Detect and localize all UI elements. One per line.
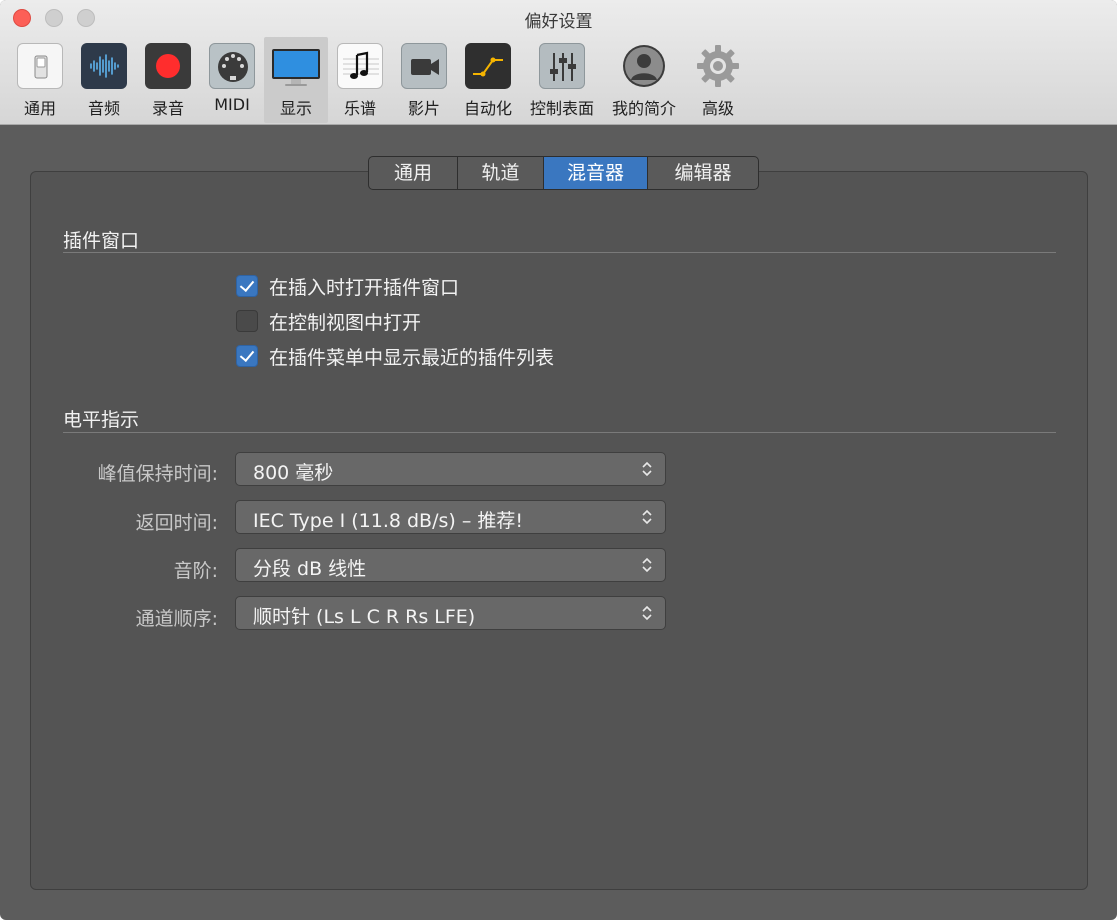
peak-hold-time-select[interactable]: 800 毫秒 <box>235 452 666 486</box>
channel-order-select[interactable]: 顺时针 (Ls L C R Rs LFE) <box>235 596 666 630</box>
chevron-up-down-icon <box>642 605 652 621</box>
open-plugin-on-insert-checkbox[interactable] <box>236 275 258 297</box>
profile-icon <box>621 43 667 89</box>
music-note-icon <box>337 43 383 89</box>
plugin-window-section-title: 插件窗口 <box>63 230 140 252</box>
scale-value: 分段 dB 线性 <box>253 558 367 580</box>
preferences-window: 偏好设置 通用 音频 录音 MIDI 显示 乐谱 影片 自动化 控制表面 我的简… <box>0 0 1117 920</box>
window-title: 偏好设置 <box>524 12 593 32</box>
section-divider <box>63 432 1056 433</box>
chevron-up-down-icon <box>642 509 652 525</box>
meters-section-title: 电平指示 <box>63 409 140 431</box>
toolbar-label: 高级 <box>701 99 734 118</box>
channel-order-label: 通道顺序: <box>135 608 218 630</box>
toolbar-item-automation[interactable]: 自动化 <box>456 37 520 123</box>
peak-hold-time-value: 800 毫秒 <box>253 462 334 484</box>
open-in-controls-view-option[interactable]: 在控制视图中打开 <box>236 309 422 334</box>
channel-order-value: 顺时针 (Ls L C R Rs LFE) <box>253 606 476 628</box>
tab-mixer[interactable]: 混音器 <box>544 157 648 189</box>
toolbar-label: 我的简介 <box>611 99 676 118</box>
scale-label: 音阶: <box>173 560 218 582</box>
fader-icon <box>539 43 585 89</box>
toolbar-label: 控制表面 <box>529 99 594 118</box>
toolbar-item-profile[interactable]: 我的简介 <box>612 37 676 123</box>
toolbar-item-control-surfaces[interactable]: 控制表面 <box>530 37 594 123</box>
display-icon <box>270 43 322 89</box>
record-icon <box>145 43 191 89</box>
recent-plugins-list-option[interactable]: 在插件菜单中显示最近的插件列表 <box>236 344 555 369</box>
peak-hold-time-label: 峰值保持时间: <box>97 463 218 485</box>
scale-select[interactable]: 分段 dB 线性 <box>235 548 666 582</box>
midi-connector-icon <box>209 43 255 89</box>
toolbar-item-advanced[interactable]: 高级 <box>686 37 750 123</box>
return-time-value: IEC Type I (11.8 dB/s) – 推荐! <box>253 510 523 532</box>
gear-icon <box>695 43 741 89</box>
open-in-controls-view-label: 在控制视图中打开 <box>269 311 422 334</box>
recent-plugins-list-checkbox[interactable] <box>236 345 258 367</box>
tab-bar: 通用 轨道 混音器 编辑器 <box>368 156 759 190</box>
recent-plugins-list-label: 在插件菜单中显示最近的插件列表 <box>269 346 555 369</box>
switch-icon <box>17 43 63 89</box>
open-plugin-on-insert-label: 在插入时打开插件窗口 <box>269 276 460 299</box>
tab-editors[interactable]: 编辑器 <box>648 157 758 189</box>
return-time-label: 返回时间: <box>135 512 218 534</box>
title-toolbar: 偏好设置 通用 音频 录音 MIDI 显示 乐谱 影片 自动化 控制表面 我的简… <box>0 0 1117 125</box>
chevron-up-down-icon <box>642 557 652 573</box>
tab-tracks[interactable]: 轨道 <box>458 157 544 189</box>
chevron-up-down-icon <box>642 461 652 477</box>
waveform-icon <box>81 43 127 89</box>
automation-curve-icon <box>465 43 511 89</box>
open-plugin-on-insert-option[interactable]: 在插入时打开插件窗口 <box>236 274 460 299</box>
return-time-select[interactable]: IEC Type I (11.8 dB/s) – 推荐! <box>235 500 666 534</box>
video-camera-icon <box>401 43 447 89</box>
open-in-controls-view-checkbox[interactable] <box>236 310 258 332</box>
toolbar-label: 自动化 <box>463 99 512 118</box>
section-divider <box>63 252 1056 253</box>
tab-general[interactable]: 通用 <box>369 157 458 189</box>
